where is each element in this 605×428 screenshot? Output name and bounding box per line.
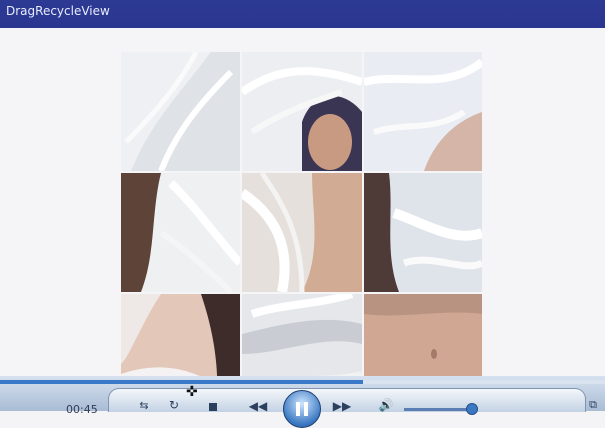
fullscreen-icon[interactable]: ⧉ — [586, 398, 600, 411]
seek-progress — [0, 380, 363, 384]
volume-icon[interactable]: 🔊 — [378, 398, 394, 412]
seek-bar[interactable] — [0, 380, 605, 384]
feather-image — [364, 52, 482, 171]
feather-image — [364, 173, 482, 292]
hair-image — [121, 173, 240, 292]
repeat-icon[interactable]: ↻ — [166, 398, 182, 412]
time-readout: 00:45 — [66, 403, 98, 416]
shoulder-image — [242, 173, 362, 292]
shuffle-icon[interactable]: ⇆ — [136, 399, 152, 412]
previous-button[interactable]: ◀◀ — [246, 399, 270, 413]
grid-tile-3[interactable] — [364, 52, 482, 171]
next-button[interactable]: ▶▶ — [330, 399, 354, 413]
grid-tile-2[interactable] — [242, 52, 362, 171]
app-bar: DragRecycleView — [0, 0, 605, 28]
stop-button[interactable] — [208, 403, 218, 411]
pause-icon — [296, 402, 300, 416]
grid-tile-6[interactable] — [364, 173, 482, 292]
volume-knob[interactable] — [466, 403, 478, 415]
app-title: DragRecycleView — [6, 4, 110, 18]
face-image — [242, 52, 362, 171]
image-grid — [121, 52, 482, 412]
grid-tile-5[interactable] — [242, 173, 362, 292]
feather-image — [121, 52, 240, 171]
grid-tile-4[interactable] — [121, 173, 240, 292]
grid-tile-1[interactable] — [121, 52, 240, 171]
pause-button[interactable] — [283, 390, 321, 428]
mouse-cursor-icon: ✜ — [186, 384, 198, 400]
